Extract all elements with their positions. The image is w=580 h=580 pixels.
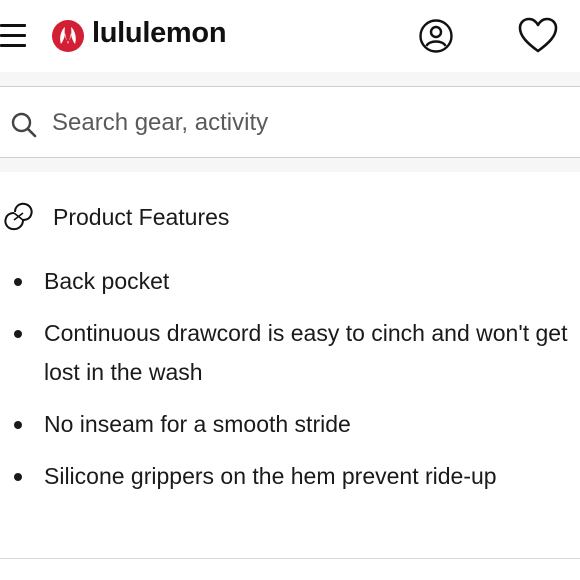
product-features-title: Product Features <box>53 204 230 230</box>
feature-text: Silicone grippers on the hem prevent rid… <box>44 463 497 489</box>
account-icon[interactable] <box>418 18 454 54</box>
feature-text: Back pocket <box>44 268 170 294</box>
divider <box>0 558 580 559</box>
lululemon-logo-icon[interactable] <box>52 20 84 52</box>
bullet-icon <box>14 421 22 429</box>
brand-name[interactable]: lululemon <box>92 17 227 50</box>
list-item: No inseam for a smooth stride <box>0 405 580 444</box>
bullet-icon <box>14 330 22 338</box>
search-band <box>0 72 580 172</box>
heart-icon[interactable] <box>517 16 559 54</box>
hamburger-menu-icon[interactable] <box>0 22 26 48</box>
search-icon[interactable] <box>10 111 38 139</box>
features-icon <box>4 202 33 231</box>
product-features-header: Product Features <box>0 196 580 242</box>
feature-text: No inseam for a smooth stride <box>44 411 351 437</box>
page: lululemon Product Features <box>0 0 580 580</box>
list-item: Continuous drawcord is easy to cinch and… <box>0 314 580 392</box>
bullet-icon <box>14 278 22 286</box>
bullet-icon <box>14 473 22 481</box>
feature-list: Back pocket Continuous drawcord is easy … <box>0 262 580 509</box>
list-item: Back pocket <box>0 262 580 301</box>
feature-text: Continuous drawcord is easy to cinch and… <box>44 320 568 385</box>
header: lululemon <box>0 0 580 72</box>
search-input[interactable] <box>52 105 552 141</box>
search-box[interactable] <box>0 86 580 158</box>
list-item: Silicone grippers on the hem prevent rid… <box>0 457 580 496</box>
